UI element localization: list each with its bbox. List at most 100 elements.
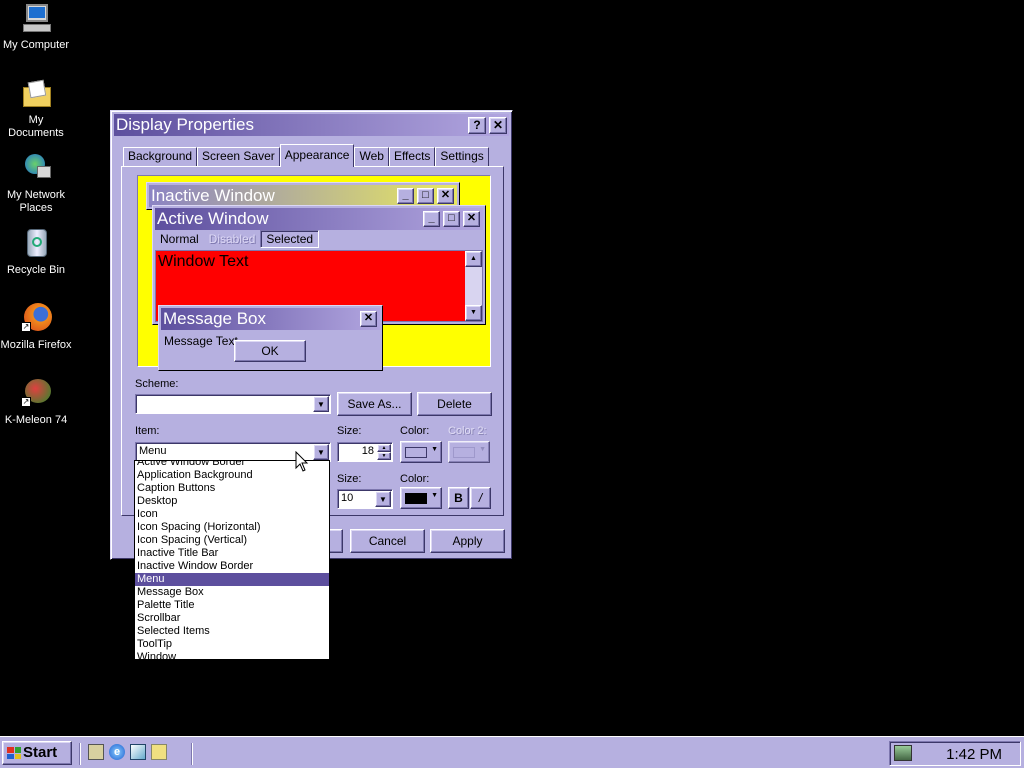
stepper-down-icon[interactable]: ▼ (377, 452, 391, 460)
tab-settings[interactable]: Settings (435, 147, 489, 167)
scheme-select[interactable]: ▼ (135, 394, 331, 414)
show-desktop-icon[interactable] (88, 744, 104, 760)
tab-appearance[interactable]: Appearance (279, 144, 355, 167)
chevron-down-icon: ▼ (431, 492, 438, 499)
dropdown-item[interactable]: ToolTip (135, 638, 329, 651)
font-size-value: 10 (341, 492, 354, 504)
tab-background[interactable]: Background (123, 147, 198, 167)
network-tray-icon[interactable] (894, 745, 912, 761)
scroll-up-icon: ▲ (465, 251, 482, 267)
desktop-icon-label: My Computer (2, 39, 70, 51)
dropdown-item[interactable]: Inactive Title Bar (135, 547, 329, 560)
preview-msgbox-text: Message Text (164, 334, 238, 348)
color-swatch (405, 447, 427, 458)
close-icon: ✕ (492, 118, 504, 132)
font-size-select[interactable]: 10 ▼ (337, 489, 393, 509)
italic-button[interactable]: / (470, 487, 491, 509)
desktop-icon-my-documents[interactable]: My Documents (0, 77, 72, 140)
taskbar-separator (79, 743, 81, 765)
windows-logo-icon (7, 747, 21, 759)
desktop-icon-label: Recycle Bin (6, 264, 66, 276)
maximize-icon: □ (443, 211, 460, 227)
bold-button[interactable]: B (448, 487, 469, 509)
desktop-icon-label: Places (19, 202, 53, 214)
preview-window-text: Window Text (158, 253, 249, 270)
system-tray: 1:42 PM (889, 741, 1021, 766)
desktop-icon-my-network-places[interactable]: My Network Places (0, 152, 72, 215)
minimize-icon: _ (423, 211, 440, 227)
preview-ok-button: OK (234, 340, 306, 362)
scheme-label: Scheme: (135, 378, 179, 390)
item-dropdown-list[interactable]: Active Window Border Application Backgrou… (134, 460, 330, 660)
item-size-label: Size: (337, 425, 362, 437)
tab-web[interactable]: Web (354, 147, 389, 167)
chevron-down-icon[interactable]: ▼ (375, 491, 391, 507)
dropdown-item[interactable]: Inactive Window Border (135, 560, 329, 573)
dropdown-item[interactable]: Scrollbar (135, 612, 329, 625)
desktop-icon-kmeleon[interactable]: ↗ K-Meleon 74 (0, 377, 72, 427)
dropdown-item[interactable]: Icon (135, 508, 329, 521)
apply-button[interactable]: Apply (430, 529, 505, 553)
start-label: Start (23, 744, 58, 761)
tab-strip: Background Screen Saver Appearance Web E… (123, 144, 489, 167)
save-as-button[interactable]: Save As... (337, 392, 412, 416)
desktop-icon-label: Mozilla Firefox (0, 339, 72, 351)
search-icon[interactable] (151, 744, 167, 760)
tab-effects[interactable]: Effects (388, 147, 436, 167)
start-button[interactable]: Start (2, 741, 72, 765)
clock[interactable]: 1:42 PM (946, 746, 1002, 763)
chevron-down-icon[interactable]: ▼ (313, 396, 329, 412)
delete-button[interactable]: Delete (417, 392, 492, 416)
outlook-express-icon[interactable] (130, 744, 146, 760)
taskbar-separator (191, 743, 193, 765)
appearance-preview[interactable]: Inactive Window _ □ ✕ Active Window _ □ … (137, 175, 491, 371)
desktop-icon-my-computer[interactable]: My Computer (0, 2, 72, 52)
close-icon: ✕ (360, 311, 377, 327)
preview-menu-bar: Normal Disabled Selected (155, 230, 320, 248)
preview-menu-normal: Normal (160, 232, 199, 246)
dropdown-item[interactable]: Icon Spacing (Horizontal) (135, 521, 329, 534)
font-size-label: Size: (337, 473, 362, 485)
help-button[interactable]: ? (468, 117, 486, 134)
dropdown-item[interactable]: Desktop (135, 495, 329, 508)
preview-msgbox-title-bar: Message Box ✕ (161, 308, 380, 330)
item-color-picker[interactable]: ▼ (400, 441, 442, 463)
chevron-down-icon[interactable]: ▼ (313, 444, 329, 460)
dropdown-item[interactable]: Caption Buttons (135, 482, 329, 495)
close-button[interactable]: ✕ (489, 117, 507, 134)
close-icon: ✕ (463, 211, 480, 227)
tab-screen-saver[interactable]: Screen Saver (197, 147, 280, 167)
dropdown-item[interactable]: Icon Spacing (Vertical) (135, 534, 329, 547)
dropdown-items: Active Window Border Application Backgrou… (135, 461, 329, 659)
font-color-picker[interactable]: ▼ (400, 487, 442, 509)
dropdown-item[interactable]: Palette Title (135, 599, 329, 612)
item-value: Menu (139, 445, 167, 457)
color-swatch (453, 447, 475, 458)
font-color-label: Color: (400, 473, 430, 485)
cancel-button[interactable]: Cancel (350, 529, 425, 553)
stepper-up-icon[interactable]: ▲ (377, 444, 391, 452)
dropdown-item[interactable]: Window (135, 651, 329, 659)
mouse-cursor-icon (295, 451, 309, 472)
desktop-icon-mozilla-firefox[interactable]: ↗ Mozilla Firefox (0, 302, 72, 352)
dropdown-item[interactable]: Message Box (135, 586, 329, 599)
dialog-title-bar[interactable]: Display Properties ? ✕ (114, 114, 509, 136)
preview-scrollbar: ▲ ▼ (465, 251, 482, 321)
taskbar: Start e 1:42 PM (0, 736, 1024, 768)
preview-menu-selected: Selected (260, 230, 320, 248)
dropdown-item[interactable]: Selected Items (135, 625, 329, 638)
preview-msgbox-title: Message Box (163, 309, 266, 328)
preview-menu-disabled: Disabled (208, 232, 256, 246)
desktop-icon-recycle-bin[interactable]: Recycle Bin (0, 227, 72, 277)
item-color2-picker[interactable]: ▼ (448, 441, 490, 463)
minimize-icon: _ (397, 188, 414, 204)
preview-active-title: Active Window (157, 209, 269, 228)
recycle-bin-icon (19, 227, 53, 261)
chevron-down-icon: ▼ (479, 446, 486, 453)
dropdown-item[interactable]: Menu (135, 573, 329, 586)
dialog-title: Display Properties (116, 115, 254, 134)
preview-inactive-title-bar: Inactive Window _ □ ✕ (149, 185, 457, 207)
internet-explorer-icon[interactable]: e (109, 744, 125, 760)
preview-message-box: Message Box ✕ Message Text OK (158, 305, 383, 371)
item-size-stepper[interactable]: 18 ▲ ▼ (337, 442, 393, 462)
